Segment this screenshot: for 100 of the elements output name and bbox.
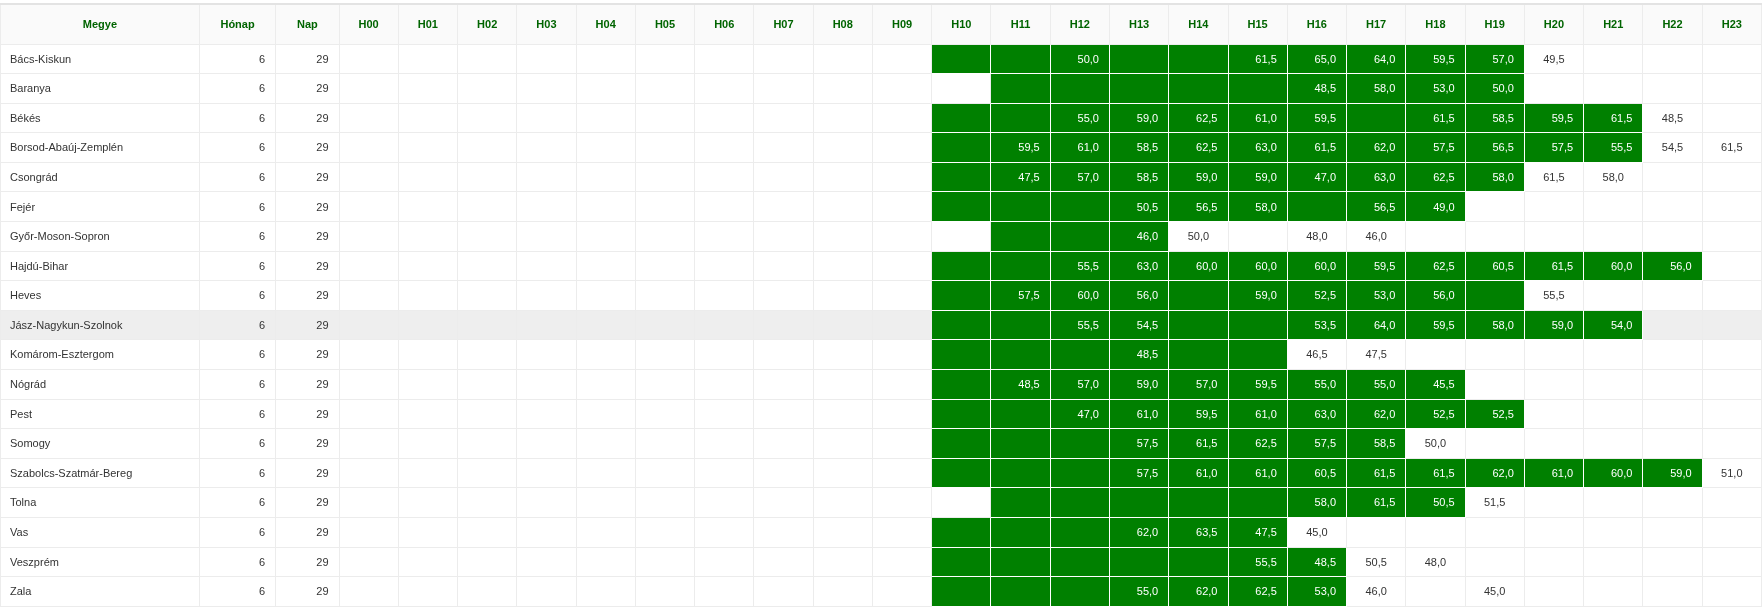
day-value: 29 (316, 407, 329, 420)
column-header: H09 (891, 18, 913, 30)
highlighted-cell: 57,5 (1109, 428, 1169, 459)
highlighted-cell: 59,0 (1109, 369, 1169, 400)
column-header: H21 (1603, 18, 1624, 30)
highlighted-cell: 64,0 (1346, 310, 1406, 340)
highlighted-cell: 52,5 (1287, 280, 1347, 311)
table-cell: 58,0 (1583, 162, 1643, 192)
county-name: Békés (10, 111, 41, 124)
highlighted-cell: 61,0 (1228, 103, 1288, 133)
month-value: 6 (259, 318, 266, 331)
highlighted-cell: 59,0 (1524, 310, 1584, 340)
highlighted-cell: 60,0 (1168, 251, 1228, 281)
highlighted-cell: 57,0 (1465, 44, 1525, 74)
highlighted-cell: 57,5 (1405, 132, 1466, 163)
month-value: 6 (259, 437, 266, 450)
highlighted-cell: 63,0 (1228, 132, 1288, 163)
highlighted-cell: 57,0 (1050, 369, 1110, 400)
highlighted-cell: 57,0 (1050, 162, 1110, 192)
table-cell: 51,0 (1702, 458, 1762, 488)
day-value: 29 (316, 496, 329, 509)
month-value: 6 (259, 348, 266, 361)
column-header: H08 (832, 18, 853, 30)
highlighted-cell: 54,0 (1583, 310, 1643, 340)
month-value: 6 (259, 200, 266, 213)
highlighted-cell: 59,5 (990, 132, 1051, 163)
column-header: H23 (1721, 18, 1742, 30)
highlighted-cell: 47,5 (990, 162, 1051, 192)
month-value: 6 (259, 259, 266, 272)
table-cell: 46,0 (1346, 221, 1406, 252)
highlighted-cell: 61,5 (1346, 458, 1406, 488)
county-name: Somogy (10, 437, 51, 450)
column-header: H06 (714, 18, 735, 30)
highlighted-cell: 61,5 (1524, 251, 1584, 281)
column-header: H19 (1484, 18, 1505, 30)
highlighted-cell: 59,5 (1228, 369, 1288, 400)
month-value: 6 (259, 496, 266, 509)
column-header: H01 (417, 18, 438, 30)
highlighted-cell: 61,0 (1168, 458, 1228, 488)
highlighted-cell: 61,5 (1346, 487, 1406, 518)
highlighted-cell: 55,0 (1287, 369, 1347, 400)
highlighted-cell: 53,5 (1287, 310, 1347, 340)
month-value: 6 (259, 407, 266, 420)
day-value: 29 (316, 585, 329, 598)
highlighted-cell: 60,0 (1228, 251, 1288, 281)
column-header: H14 (1188, 18, 1209, 30)
highlighted-cell: 55,0 (1346, 369, 1406, 400)
month-value: 6 (259, 466, 266, 479)
highlighted-cell: 62,0 (1346, 399, 1406, 429)
table-cell: 45,0 (1287, 517, 1347, 548)
table-cell: 61,5 (1702, 132, 1762, 163)
month-value: 6 (259, 230, 266, 243)
highlighted-cell: 61,5 (1228, 44, 1288, 74)
county-name: Tolna (10, 496, 37, 509)
month-value: 6 (259, 82, 266, 95)
table-cell: 48,5 (1642, 103, 1703, 133)
day-value: 29 (316, 141, 329, 154)
column-header: Megye (82, 18, 118, 30)
day-value: 29 (316, 259, 329, 272)
column-header: H12 (1069, 18, 1090, 30)
table-cell: 48,0 (1405, 547, 1466, 577)
county-name: Csongrád (10, 170, 58, 183)
highlighted-cell: 58,5 (1109, 132, 1169, 163)
highlighted-cell: 57,5 (1524, 132, 1584, 163)
highlighted-cell: 57,0 (1168, 369, 1228, 400)
highlighted-cell: 63,0 (1346, 162, 1406, 192)
day-value: 29 (316, 230, 329, 243)
highlighted-cell: 53,0 (1405, 73, 1466, 104)
highlighted-cell: 59,5 (1405, 310, 1466, 340)
highlighted-cell: 55,5 (1050, 310, 1110, 340)
highlighted-cell: 60,0 (1050, 280, 1110, 311)
county-name: Bács-Kiskun (10, 52, 72, 65)
day-value: 29 (316, 437, 329, 450)
highlighted-cell: 62,0 (1168, 576, 1228, 607)
highlighted-cell: 58,0 (1228, 191, 1288, 222)
day-value: 29 (316, 289, 329, 302)
highlighted-cell: 61,0 (1109, 399, 1169, 429)
highlighted-cell: 59,5 (1287, 103, 1347, 133)
highlighted-cell: 62,5 (1168, 132, 1228, 163)
highlighted-cell: 60,5 (1465, 251, 1525, 281)
county-name: Győr-Moson-Sopron (10, 230, 110, 243)
column-header: H10 (951, 18, 972, 30)
day-value: 29 (316, 526, 329, 539)
column-header: Hónap (220, 18, 255, 30)
highlighted-cell: 52,5 (1465, 399, 1525, 429)
highlighted-cell: 62,5 (1228, 576, 1288, 607)
highlighted-cell: 56,5 (1465, 132, 1525, 163)
table-cell: 61,5 (1524, 162, 1584, 192)
highlighted-cell: 58,5 (1465, 103, 1525, 133)
highlighted-cell: 61,5 (1583, 103, 1643, 133)
table-cell: 45,0 (1465, 576, 1525, 607)
highlighted-cell: 56,5 (1346, 191, 1406, 222)
highlighted-cell: 62,5 (1228, 428, 1288, 459)
highlighted-cell: 55,5 (1050, 251, 1110, 281)
column-header: H18 (1425, 18, 1446, 30)
highlighted-cell: 53,0 (1287, 576, 1347, 607)
highlighted-cell: 61,0 (1228, 458, 1288, 488)
highlighted-cell: 49,0 (1405, 191, 1466, 222)
column-header: H15 (1247, 18, 1268, 30)
county-name: Szabolcs-Szatmár-Bereg (10, 466, 133, 479)
